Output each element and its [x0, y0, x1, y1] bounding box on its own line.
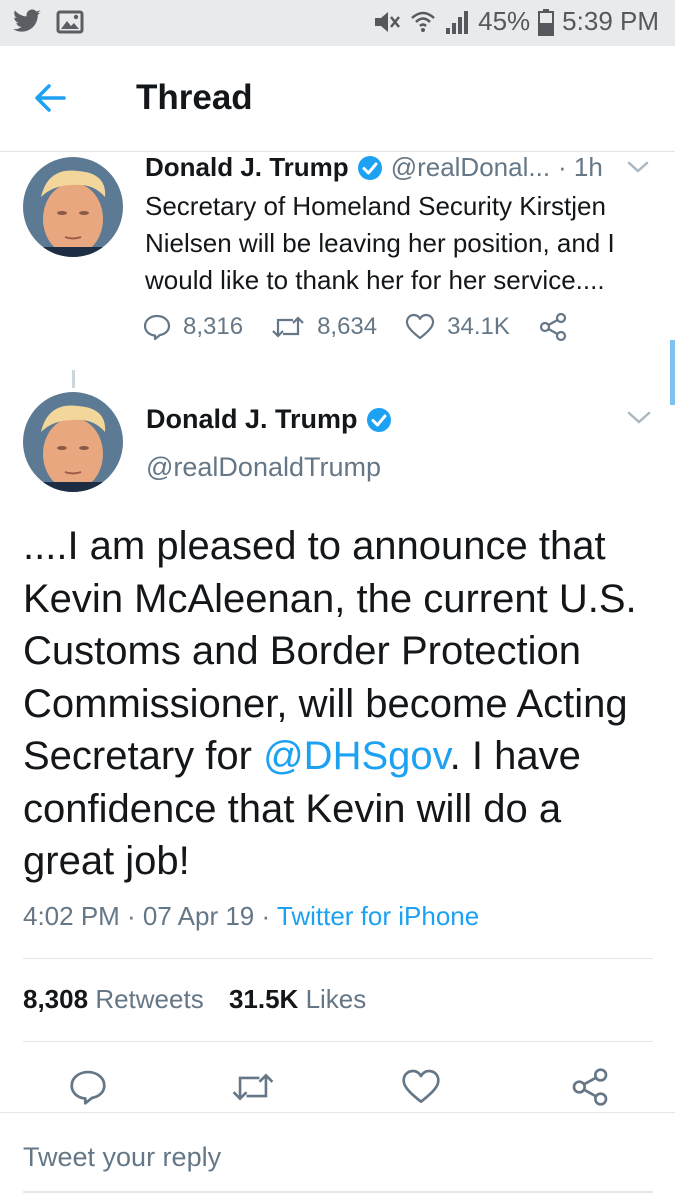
reply-input[interactable] [23, 1137, 643, 1177]
like-total: 31.5K [228, 984, 299, 1014]
page-title: Thread [136, 78, 253, 117]
twitter-icon [13, 9, 41, 32]
signal-icon [446, 10, 469, 34]
like-icon [402, 1069, 440, 1103]
share-icon [539, 312, 566, 342]
main-tweet-actions [0, 1062, 675, 1112]
likes-stat[interactable]: 31.5K Likes [229, 984, 366, 1014]
scroll-indicator [670, 340, 675, 405]
retweet-total: 8,308 [23, 984, 89, 1014]
reply-icon [70, 1070, 106, 1105]
chevron-down-icon[interactable] [627, 410, 651, 426]
share-icon [572, 1068, 608, 1106]
likes-label: Likes [305, 984, 367, 1014]
retweets-stat[interactable]: 8,308 Retweets [23, 984, 204, 1014]
back-arrow-icon [35, 84, 66, 112]
retweet-button[interactable]: 8,634 [271, 313, 377, 341]
main-tweet-text: ....I am pleased to announce that Kevin … [23, 520, 663, 888]
avatar[interactable] [23, 392, 123, 492]
share-button[interactable] [538, 312, 568, 342]
retweet-icon [272, 316, 304, 338]
source-link[interactable]: Twitter for iPhone [277, 901, 479, 931]
retweet-icon [232, 1073, 274, 1101]
reply-icon [143, 314, 171, 341]
tweet-stats: 8,308 Retweets 31.5K Likes [23, 984, 384, 1015]
tweet-meta: Donald J. Trump @realDonal... · 1h [145, 152, 603, 183]
retweet-count: 8,634 [317, 313, 378, 340]
reply-underline [23, 1191, 653, 1193]
status-bar-left [12, 9, 84, 35]
retweet-button[interactable] [228, 1062, 278, 1112]
retweets-label: Retweets [95, 984, 204, 1014]
app-header: Thread [0, 46, 675, 152]
tweet-timestamp: 4:02 PM · 07 Apr 19 · Twitter for iPhone [23, 901, 479, 932]
tweet-age: · 1h [558, 152, 603, 182]
tweet-actions: 8,316 8,634 34.1K [143, 312, 596, 342]
like-button[interactable] [396, 1062, 446, 1112]
main-author-name-row: Donald J. Trump [146, 404, 400, 435]
verified-icon [357, 155, 382, 180]
mention-link[interactable]: @DHSgov [263, 734, 450, 778]
clock: 5:39 PM [562, 6, 659, 36]
divider [23, 1041, 653, 1042]
share-button[interactable] [565, 1062, 615, 1112]
reply-composer [0, 1112, 675, 1200]
author-handle[interactable]: @realDonaldTrump [146, 452, 381, 483]
status-bar: 45% 5:39 PM [0, 0, 675, 46]
verified-icon [366, 407, 391, 432]
parent-tweet[interactable]: Donald J. Trump @realDonal... · 1h Secre… [0, 152, 675, 405]
battery-icon [538, 8, 555, 36]
author-handle[interactable]: @realDonal... [391, 152, 550, 183]
image-icon [56, 10, 84, 34]
reply-count: 8,316 [183, 313, 244, 340]
back-button[interactable] [30, 78, 70, 118]
timestamp-text: 4:02 PM · 07 Apr 19 · [23, 901, 277, 931]
avatar[interactable] [23, 157, 123, 257]
mute-icon [375, 11, 401, 32]
chevron-down-icon[interactable] [627, 160, 649, 174]
status-bar-right: 45% 5:39 PM [372, 6, 659, 37]
divider [23, 958, 653, 959]
author-name[interactable]: Donald J. Trump [145, 152, 349, 183]
like-button[interactable]: 34.1K [405, 313, 510, 341]
tweet-text: Secretary of Homeland Security Kirstjen … [145, 191, 615, 295]
like-count: 34.1K [447, 313, 510, 340]
author-name[interactable]: Donald J. Trump [146, 404, 358, 435]
battery-percent: 45% [478, 6, 531, 36]
like-icon [406, 313, 435, 340]
thread-connector [72, 370, 75, 388]
reply-button[interactable]: 8,316 [143, 313, 243, 341]
wifi-icon [411, 11, 435, 32]
reply-button[interactable] [63, 1062, 113, 1112]
